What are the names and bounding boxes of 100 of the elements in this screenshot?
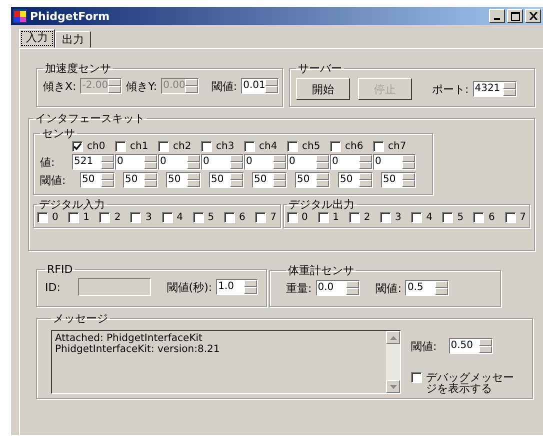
- number-spinner[interactable]: 0: [201, 154, 244, 170]
- number-spinner[interactable]: 50: [295, 172, 330, 188]
- number-spinner[interactable]: 0.5: [405, 280, 450, 296]
- checkbox[interactable]: [411, 212, 422, 223]
- checkbox[interactable]: [504, 212, 516, 223]
- spin-buttons[interactable]: [230, 173, 243, 187]
- checkbox[interactable]: [158, 141, 169, 152]
- spin-buttons[interactable]: [435, 281, 448, 295]
- field-label: ID:: [45, 280, 60, 294]
- spin-buttons[interactable]: [402, 173, 415, 187]
- checkbox[interactable]: [130, 212, 142, 223]
- row-label: 値:: [40, 154, 56, 170]
- number-spinner[interactable]: 50: [209, 172, 244, 188]
- checkbox-label: 7: [270, 212, 276, 223]
- checkbox[interactable]: [380, 212, 391, 223]
- spin-buttons[interactable]: [359, 173, 372, 187]
- field-label: 重量:: [286, 280, 312, 296]
- minimize-button[interactable]: [489, 9, 505, 23]
- spin-buttons[interactable]: [273, 155, 286, 169]
- checkbox-label: 0: [302, 212, 308, 223]
- group-title: デジタル入力: [38, 197, 106, 212]
- checkbox[interactable]: [201, 141, 212, 152]
- spin-buttons[interactable]: [265, 79, 278, 93]
- spin-buttons[interactable]: [244, 280, 257, 294]
- checkbox[interactable]: [287, 141, 298, 152]
- spin-buttons[interactable]: [101, 155, 114, 169]
- group-title: デジタル出力: [288, 197, 356, 212]
- number-spinner[interactable]: 0: [373, 154, 416, 170]
- checkbox[interactable]: [115, 141, 126, 152]
- field-label: 傾きX:: [43, 78, 76, 94]
- id-field[interactable]: [78, 278, 151, 296]
- spin-buttons[interactable]: [316, 155, 329, 169]
- tab[interactable]: 出力: [55, 31, 91, 48]
- number-spinner[interactable]: 0: [244, 154, 287, 170]
- number-spinner[interactable]: 4321: [472, 81, 517, 97]
- spin-buttons[interactable]: [502, 82, 516, 96]
- spin-buttons[interactable]: [144, 155, 157, 169]
- number-spinner[interactable]: 0.01: [241, 78, 280, 94]
- checkbox-label: ch3: [216, 141, 234, 152]
- number-spinner[interactable]: 50: [338, 172, 373, 188]
- checkbox[interactable]: [286, 212, 298, 223]
- spin-buttons[interactable]: [101, 173, 114, 187]
- number-spinner[interactable]: 0.0: [316, 280, 360, 296]
- maximize-icon: [510, 12, 520, 20]
- checkbox[interactable]: [348, 212, 360, 223]
- checkbox-label: 4: [426, 212, 432, 223]
- number-spinner[interactable]: 0: [287, 154, 330, 170]
- spin-buttons[interactable]: [402, 155, 415, 169]
- spin-buttons[interactable]: [187, 173, 200, 187]
- number-spinner[interactable]: 521: [72, 154, 115, 170]
- checkbox-label: 5: [208, 212, 214, 223]
- checkbox[interactable]: [411, 372, 422, 383]
- scroll-down-icon[interactable]: [386, 380, 400, 393]
- checkbox[interactable]: [373, 141, 384, 152]
- checkbox[interactable]: [442, 212, 454, 223]
- checkbox[interactable]: [162, 212, 173, 223]
- tab[interactable]: 入力: [19, 29, 55, 48]
- checkbox[interactable]: [68, 212, 80, 223]
- checkbox-label: ch1: [130, 141, 148, 152]
- spin-buttons[interactable]: [346, 281, 359, 295]
- checkbox-label: 1: [83, 212, 90, 223]
- checkbox[interactable]: [224, 212, 235, 223]
- checkbox[interactable]: [330, 141, 341, 152]
- server-button[interactable]: 開始: [296, 78, 350, 100]
- checkbox[interactable]: [72, 141, 83, 152]
- checkbox[interactable]: [37, 212, 48, 223]
- message-log[interactable]: Attached: PhidgetInterfaceKit PhidgetInterfaceKit: version:8.21: [51, 330, 401, 394]
- spin-buttons[interactable]: [187, 155, 200, 169]
- number-spinner[interactable]: 0.50: [448, 338, 493, 354]
- field-label: 閾値:: [411, 338, 437, 354]
- spin-buttons[interactable]: [230, 155, 243, 169]
- spin-buttons[interactable]: [359, 155, 372, 169]
- number-spinner[interactable]: 0: [158, 154, 201, 170]
- number-spinner[interactable]: 50: [381, 172, 416, 188]
- checkbox[interactable]: [99, 212, 110, 223]
- number-spinner[interactable]: 50: [123, 172, 158, 188]
- number-spinner[interactable]: 1.0: [216, 279, 258, 295]
- checkbox[interactable]: [255, 212, 266, 223]
- spin-buttons[interactable]: [478, 339, 492, 353]
- scroll-up-icon[interactable]: [386, 331, 400, 344]
- checkbox[interactable]: [192, 212, 204, 223]
- checkbox[interactable]: [473, 212, 484, 223]
- number-spinner[interactable]: 0: [330, 154, 373, 170]
- spin-buttons[interactable]: [316, 173, 329, 187]
- number-spinner[interactable]: 50: [252, 172, 287, 188]
- checkbox[interactable]: [318, 212, 329, 223]
- checkbox-label: ch0: [87, 141, 106, 152]
- maximize-button[interactable]: [507, 9, 523, 23]
- checkbox[interactable]: [244, 141, 255, 152]
- group-title: 加速度センサ: [44, 61, 112, 76]
- close-button[interactable]: [525, 9, 541, 23]
- checkbox-label: 3: [145, 212, 152, 223]
- number-spinner[interactable]: 0: [115, 154, 158, 170]
- spin-buttons[interactable]: [273, 173, 286, 187]
- number-spinner[interactable]: 50: [166, 172, 201, 188]
- scrollbar[interactable]: [386, 331, 400, 393]
- field-label: 閾値(秒):: [166, 280, 212, 294]
- number-spinner[interactable]: 50: [80, 172, 115, 188]
- spin-buttons[interactable]: [144, 173, 157, 187]
- checkbox-label: ch4: [259, 141, 278, 152]
